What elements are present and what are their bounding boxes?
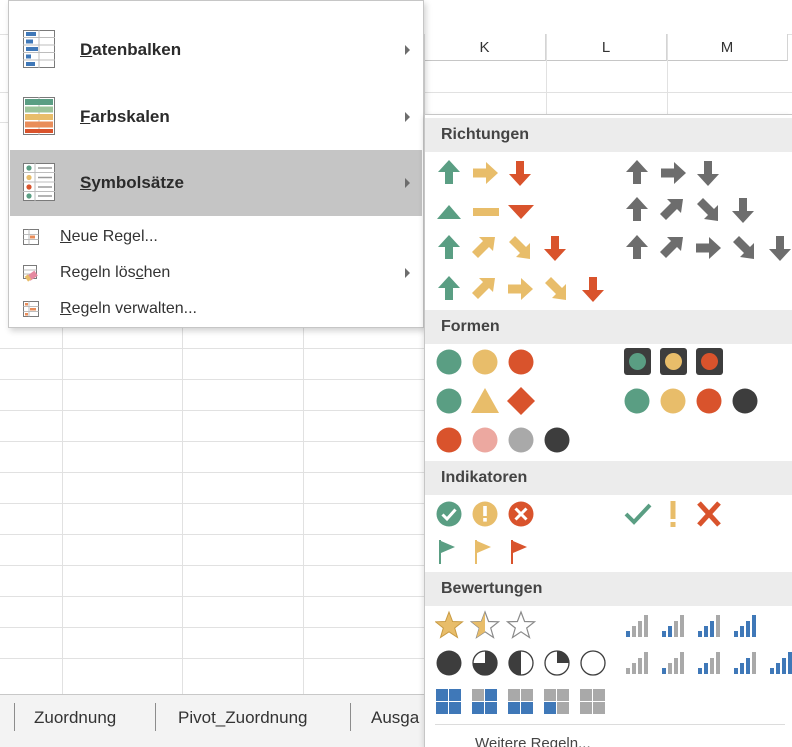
sheet-tab-pivot-zuordnung[interactable]: Pivot_Zuordnung: [178, 705, 307, 731]
menu-item-regeln-verwalten[interactable]: Regeln verwalten...: [10, 291, 422, 327]
arrow-set-gray-icon: [626, 160, 719, 186]
signs-set-icon: [436, 387, 535, 415]
gallery-divider: [435, 724, 785, 725]
symbols-uncircled-set-icon: [624, 501, 721, 527]
iconset-3-signs[interactable]: [435, 384, 555, 418]
menu-item-neue-regel[interactable]: Neue Regel...: [10, 219, 422, 255]
conditional-formatting-menu: Datenbalken Farbskalen Symbolsätze Neue …: [8, 0, 424, 328]
iconset-4-traffic-lights[interactable]: [623, 384, 773, 418]
submenu-arrow-icon: [405, 178, 410, 188]
column-header-l[interactable]: L: [546, 34, 667, 61]
traffic-light-set-icon: [436, 349, 534, 375]
manage-rules-icon: [23, 301, 39, 317]
iconset-3-traffic-lights-rimmed[interactable]: [623, 345, 743, 379]
symbols-circled-set-icon: [436, 501, 534, 527]
sheet-tab-ausgabe[interactable]: Ausga: [371, 705, 419, 731]
submenu-arrow-icon: [405, 112, 410, 122]
tab-separator: [350, 703, 351, 731]
arrow-set-icon: [438, 235, 566, 261]
new-rule-icon: [23, 229, 39, 245]
icon-sets-icon: [23, 163, 55, 201]
section-header-formen: Formen: [425, 310, 792, 344]
iconset-5-boxes[interactable]: [435, 685, 615, 719]
menu-item-label: Regeln verwalten...: [60, 300, 197, 317]
iconset-3-arrows-gray[interactable]: [623, 156, 743, 190]
iconset-4-ratings[interactable]: [623, 609, 773, 643]
arrow-set-gray-icon: [626, 197, 754, 223]
arrow-set-gray-icon: [626, 235, 791, 261]
menu-item-datenbalken[interactable]: Datenbalken: [10, 17, 422, 83]
boxes-set-icon: [436, 689, 605, 714]
submenu-arrow-icon: [405, 268, 410, 278]
more-rules-link[interactable]: Weitere Regeln...: [475, 735, 591, 747]
iconset-4-arrows-colored[interactable]: [435, 231, 585, 265]
menu-item-label: Farbskalen: [80, 107, 170, 126]
iconset-3-stars[interactable]: [435, 609, 555, 643]
icon-sets-gallery: Richtungen Formen Indikatoren Bewertunge…: [424, 114, 792, 747]
data-bars-icon: [23, 30, 55, 68]
tab-separator: [14, 703, 15, 731]
color-scales-icon: [23, 97, 55, 135]
iconset-red-to-black[interactable]: [435, 423, 585, 457]
iconset-5-ratings[interactable]: [623, 646, 792, 680]
column-header-k[interactable]: K: [424, 34, 546, 61]
iconset-5-quarters[interactable]: [435, 646, 615, 680]
section-header-richtungen: Richtungen: [425, 118, 792, 152]
menu-item-farbskalen[interactable]: Farbskalen: [10, 84, 422, 150]
flags-set-icon: [439, 540, 527, 564]
arrow-set-icon: [438, 160, 531, 186]
section-header-indikatoren: Indikatoren: [425, 461, 792, 495]
iconset-3-arrows-colored[interactable]: [435, 156, 555, 190]
menu-item-regeln-loeschen[interactable]: Regeln löschen: [10, 255, 422, 291]
iconset-3-traffic-lights[interactable]: [435, 345, 555, 379]
stars-set-icon: [435, 610, 537, 639]
menu-item-label: Neue Regel...: [60, 228, 158, 245]
submenu-arrow-icon: [405, 45, 410, 55]
iconset-3-triangles[interactable]: [435, 193, 555, 227]
iconset-5-arrows-colored[interactable]: [435, 272, 615, 306]
iconset-5-arrows-gray[interactable]: [623, 231, 792, 265]
traffic-light-rimmed-set-icon: [624, 348, 723, 375]
signal-bars-set-icon: [626, 652, 792, 674]
menu-item-symbolsaetze[interactable]: Symbolsätze: [10, 150, 422, 216]
column-header-m[interactable]: M: [667, 34, 788, 61]
sheet-tab-zuordnung[interactable]: Zuordnung: [34, 705, 116, 731]
traffic-light-set-icon: [624, 388, 758, 414]
tab-separator: [155, 703, 156, 731]
iconset-3-symbols-circled[interactable]: [435, 497, 555, 531]
clear-rules-icon: [23, 265, 38, 282]
triangle-set-icon: [437, 205, 534, 219]
menu-item-label: Symbolsätze: [80, 173, 184, 192]
section-header-bewertungen: Bewertungen: [425, 572, 792, 606]
iconset-3-flags[interactable]: [435, 535, 555, 569]
iconset-3-symbols-uncircled[interactable]: [623, 497, 743, 531]
menu-item-label: Datenbalken: [80, 40, 182, 59]
quarters-set-icon: [436, 650, 606, 676]
menu-item-label: Regeln löschen: [60, 264, 171, 281]
arrow-set-icon: [438, 276, 604, 302]
signal-bars-set-icon: [626, 615, 756, 637]
iconset-4-arrows-gray[interactable]: [623, 193, 773, 227]
red-to-black-set-icon: [436, 427, 570, 453]
